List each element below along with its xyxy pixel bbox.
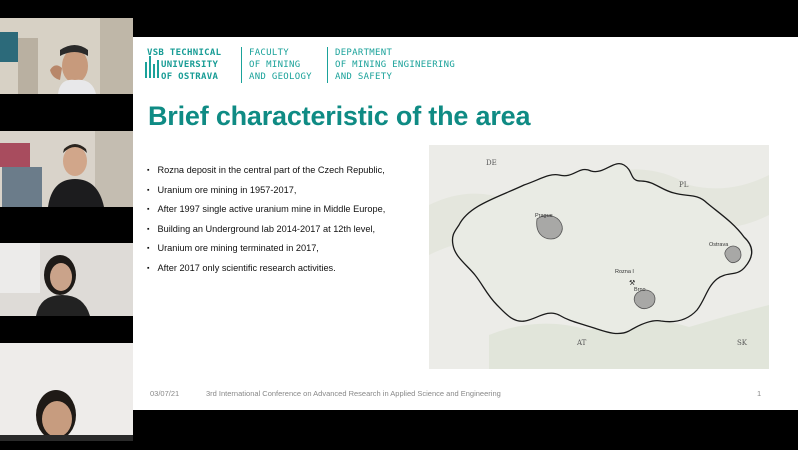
faculty-name: FACULTY OF MINING AND GEOLOGY [249, 48, 312, 82]
city-label-brno: Brno [634, 287, 646, 293]
footer-page-number: 1 [757, 389, 762, 398]
bullet-item: Uranium ore mining in 1957-2017, [147, 181, 385, 201]
city-label-ostrava: Ostrava [709, 242, 729, 248]
mine-icon: ⚒ [629, 279, 635, 287]
shared-slide: VSB TECHNICAL UNIVERSITY OF OSTRAVA FACU… [133, 37, 798, 410]
bullet-item: Rozna deposit in the central part of the… [147, 161, 385, 181]
participant-4-image [0, 343, 133, 441]
bullet-item: After 1997 single active uranium mine in… [147, 200, 385, 220]
city-label-prague: Prague [535, 213, 553, 219]
university-name: VSB TECHNICAL UNIVERSITY OF OSTRAVA [147, 48, 222, 82]
bullet-item: After 2017 only scientific research acti… [147, 259, 385, 279]
participant-video-4[interactable] [0, 343, 133, 441]
country-label-sk: SK [737, 339, 748, 347]
country-label-pl: PL [679, 181, 689, 189]
participant-video-1[interactable] [0, 18, 133, 94]
participant-3-image [0, 243, 133, 316]
country-label-at: AT [576, 339, 587, 347]
header-divider [327, 47, 328, 83]
czech-republic-map: DE PL AT SK Prague Rozna I Brno Ostrava … [429, 145, 769, 369]
country-label-de: DE [486, 159, 497, 167]
bullet-item: Uranium ore mining terminated in 2017, [147, 239, 385, 259]
participant-2-image [0, 131, 133, 207]
bullet-list: Rozna deposit in the central part of the… [147, 161, 385, 279]
bullet-item: Building an Underground lab 2014-2017 at… [147, 220, 385, 240]
footer-date: 03/07/21 [150, 389, 180, 398]
slide-title: Brief characteristic of the area [148, 101, 531, 131]
footer-conference: 3rd International Conference on Advanced… [206, 389, 501, 398]
department-name: DEPARTMENT OF MINING ENGINEERING AND SAF… [335, 48, 456, 82]
participant-video-2[interactable] [0, 131, 133, 207]
city-label-rozna: Rozna I [615, 269, 634, 275]
header-divider [241, 47, 242, 83]
participant-video-3[interactable] [0, 243, 133, 316]
participant-1-image [0, 18, 133, 94]
